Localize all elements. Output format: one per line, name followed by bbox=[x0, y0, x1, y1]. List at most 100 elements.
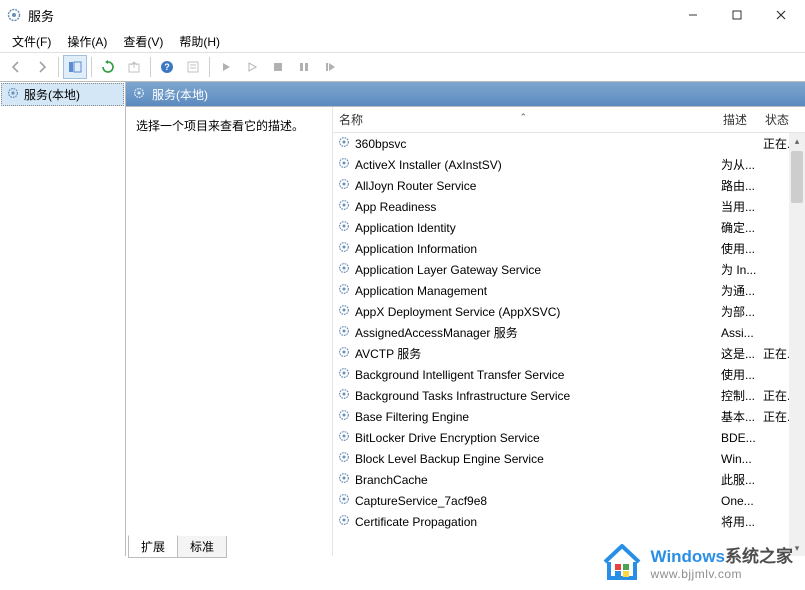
table-row[interactable]: CaptureService_7acf9e8 One... bbox=[333, 490, 805, 511]
cell-description: 为从... bbox=[721, 156, 763, 173]
cell-description: 路由... bbox=[721, 177, 763, 194]
table-row[interactable]: Block Level Backup Engine Service Win... bbox=[333, 448, 805, 469]
service-name: Background Tasks Infrastructure Service bbox=[355, 389, 570, 403]
properties-button[interactable] bbox=[181, 55, 205, 79]
cell-description: 此服... bbox=[721, 471, 763, 488]
service-name: BitLocker Drive Encryption Service bbox=[355, 431, 540, 445]
export-button[interactable] bbox=[122, 55, 146, 79]
table-row[interactable]: Background Tasks Infrastructure Service控… bbox=[333, 385, 805, 406]
column-header-status[interactable]: 状态 bbox=[763, 111, 805, 128]
gear-icon bbox=[337, 282, 351, 299]
menu-file[interactable]: 文件(F) bbox=[4, 31, 59, 52]
table-row[interactable]: BitLocker Drive Encryption Service BDE... bbox=[333, 427, 805, 448]
table-row[interactable]: AllJoyn Router Service路由... bbox=[333, 175, 805, 196]
gear-icon bbox=[337, 471, 351, 488]
gear-icon bbox=[337, 408, 351, 425]
toolbar: ? bbox=[0, 52, 805, 82]
cell-name: AVCTP 服务 bbox=[333, 345, 721, 362]
menu-view[interactable]: 查看(V) bbox=[115, 31, 171, 52]
service-name: Base Filtering Engine bbox=[355, 410, 469, 424]
close-button[interactable] bbox=[759, 0, 803, 30]
table-row[interactable]: 360bpsvc正在... bbox=[333, 133, 805, 154]
list-body[interactable]: 360bpsvc正在...ActiveX Installer (AxInstSV… bbox=[333, 133, 805, 556]
service-name: CaptureService_7acf9e8 bbox=[355, 494, 487, 508]
table-row[interactable]: AVCTP 服务这是...正在... bbox=[333, 343, 805, 364]
column-header-description[interactable]: 描述 bbox=[721, 111, 763, 128]
cell-description: One... bbox=[721, 494, 763, 508]
gear-icon bbox=[337, 156, 351, 173]
service-name: 360bpsvc bbox=[355, 137, 406, 151]
tree-pane: 服务(本地) bbox=[0, 82, 126, 556]
tab-extended[interactable]: 扩展 bbox=[128, 535, 178, 558]
stop-service-button[interactable] bbox=[266, 55, 290, 79]
service-list: 名称 ⌃ 描述 状态 360bpsvc正在...ActiveX Installe… bbox=[332, 107, 805, 556]
cell-description: 为部... bbox=[721, 303, 763, 320]
watermark-brand1: Windows bbox=[651, 547, 725, 566]
refresh-button[interactable] bbox=[96, 55, 120, 79]
cell-description: BDE... bbox=[721, 431, 763, 445]
pause-button[interactable] bbox=[292, 55, 316, 79]
table-row[interactable]: AssignedAccessManager 服务Assi... bbox=[333, 322, 805, 343]
menu-help[interactable]: 帮助(H) bbox=[171, 31, 228, 52]
table-row[interactable]: BranchCache 此服... bbox=[333, 469, 805, 490]
table-row[interactable]: Application Layer Gateway Service为 In... bbox=[333, 259, 805, 280]
scroll-thumb[interactable] bbox=[791, 151, 803, 203]
gear-icon bbox=[6, 86, 20, 103]
scroll-up-button[interactable]: ▴ bbox=[789, 133, 805, 149]
menu-action[interactable]: 操作(A) bbox=[59, 31, 115, 52]
gear-icon bbox=[337, 219, 351, 236]
cell-name: Block Level Backup Engine Service bbox=[333, 450, 721, 467]
cell-name: Application Information bbox=[333, 240, 721, 257]
table-row[interactable]: Application Management为通... bbox=[333, 280, 805, 301]
gear-icon bbox=[337, 387, 351, 404]
pane-body: 选择一个项目来查看它的描述。 名称 ⌃ 描述 状态 360bpsvc正在...A… bbox=[126, 106, 805, 556]
window-title: 服务 bbox=[28, 6, 671, 25]
table-row[interactable]: ActiveX Installer (AxInstSV) 为从... bbox=[333, 154, 805, 175]
column-header-name[interactable]: 名称 ⌃ bbox=[333, 111, 721, 128]
service-name: Application Identity bbox=[355, 221, 456, 235]
service-name: Block Level Backup Engine Service bbox=[355, 452, 544, 466]
table-row[interactable]: Application Information使用... bbox=[333, 238, 805, 259]
cell-name: Application Identity bbox=[333, 219, 721, 236]
table-row[interactable]: AppX Deployment Service (AppXSVC)为部... bbox=[333, 301, 805, 322]
table-row[interactable]: App Readiness当用... bbox=[333, 196, 805, 217]
description-column: 选择一个项目来查看它的描述。 bbox=[126, 107, 332, 556]
forward-button[interactable] bbox=[30, 55, 54, 79]
show-hide-tree-button[interactable] bbox=[63, 55, 87, 79]
pane-header: 服务(本地) bbox=[126, 82, 805, 106]
service-name: ActiveX Installer (AxInstSV) bbox=[355, 158, 502, 172]
table-row[interactable]: Background Intelligent Transfer Service使… bbox=[333, 364, 805, 385]
service-name: BranchCache bbox=[355, 473, 428, 487]
gear-icon bbox=[337, 261, 351, 278]
gear-icon bbox=[337, 429, 351, 446]
start-service-button[interactable] bbox=[214, 55, 238, 79]
gear-icon bbox=[337, 450, 351, 467]
cell-description: 为通... bbox=[721, 282, 763, 299]
restart-service-button[interactable] bbox=[318, 55, 342, 79]
cell-name: AppX Deployment Service (AppXSVC) bbox=[333, 303, 721, 320]
cell-name: Background Tasks Infrastructure Service bbox=[333, 387, 721, 404]
minimize-button[interactable] bbox=[671, 0, 715, 30]
menubar: 文件(F) 操作(A) 查看(V) 帮助(H) bbox=[0, 30, 805, 52]
cell-description: Win... bbox=[721, 452, 763, 466]
toolbar-separator bbox=[91, 57, 92, 77]
back-button[interactable] bbox=[4, 55, 28, 79]
sort-indicator-icon: ⌃ bbox=[519, 112, 527, 123]
cell-name: BranchCache bbox=[333, 471, 721, 488]
cell-description: 为 In... bbox=[721, 261, 763, 278]
tab-standard[interactable]: 标准 bbox=[177, 536, 227, 558]
vertical-scrollbar[interactable]: ▴ ▾ bbox=[789, 133, 805, 556]
maximize-button[interactable] bbox=[715, 0, 759, 30]
table-row[interactable]: Application Identity确定... bbox=[333, 217, 805, 238]
cell-name: Application Layer Gateway Service bbox=[333, 261, 721, 278]
table-row[interactable]: Base Filtering Engine基本...正在... bbox=[333, 406, 805, 427]
gear-icon bbox=[337, 198, 351, 215]
service-name: App Readiness bbox=[355, 200, 436, 214]
tree-item-services-local[interactable]: 服务(本地) bbox=[1, 83, 124, 106]
help-button[interactable]: ? bbox=[155, 55, 179, 79]
gear-icon bbox=[337, 513, 351, 530]
view-tabs: 扩展 标准 bbox=[128, 536, 226, 558]
table-row[interactable]: Certificate Propagation将用... bbox=[333, 511, 805, 532]
pause-service-button[interactable] bbox=[240, 55, 264, 79]
cell-name: Application Management bbox=[333, 282, 721, 299]
